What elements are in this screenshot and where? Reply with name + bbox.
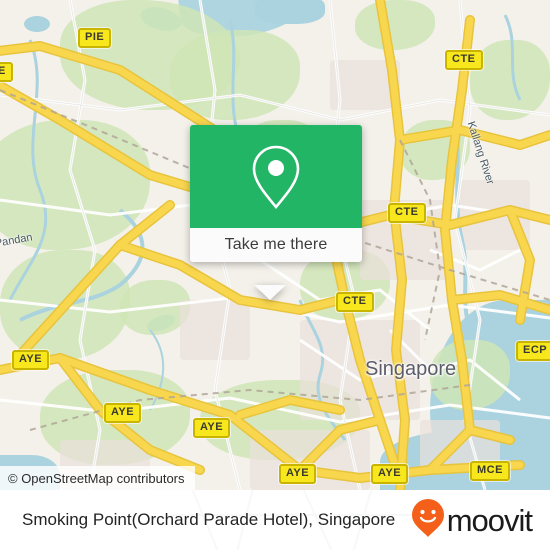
- shield-cte-3[interactable]: CTE: [336, 292, 374, 312]
- footer-bar: Smoking Point(Orchard Parade Hotel), Sin…: [0, 490, 550, 550]
- shield-pie[interactable]: PIE: [78, 28, 112, 48]
- shield-ecp[interactable]: ECP: [516, 341, 550, 361]
- map-city-label: Singapore: [365, 358, 457, 380]
- moovit-wordmark: moovit: [446, 502, 533, 538]
- shield-aye-4[interactable]: AYE: [279, 464, 317, 484]
- map-attribution-bar: © OpenStreetMap contributors: [0, 466, 195, 490]
- map-attribution-text[interactable]: © OpenStreetMap contributors: [8, 471, 185, 486]
- shield-cte-1[interactable]: CTE: [445, 50, 483, 70]
- place-title: Smoking Point(Orchard Parade Hotel), Sin…: [22, 510, 396, 529]
- take-me-there-label: Take me there: [224, 236, 328, 253]
- shield-aye-5[interactable]: AYE: [371, 464, 409, 484]
- take-me-there-button[interactable]: Take me there: [190, 228, 362, 262]
- shield-aye-3[interactable]: AYE: [193, 418, 231, 438]
- shield-mce[interactable]: MCE: [470, 461, 510, 481]
- shield-kje[interactable]: E: [0, 62, 13, 82]
- callout-tail: [254, 285, 286, 300]
- map-canvas[interactable]: Singapore Kallang River Pandan PIE E CTE…: [0, 0, 550, 490]
- map-share-screenshot: Singapore Kallang River Pandan PIE E CTE…: [0, 0, 550, 550]
- shield-cte-2[interactable]: CTE: [388, 203, 426, 223]
- moovit-pin-smiley-icon: [411, 498, 445, 543]
- location-callout-card[interactable]: Take me there: [190, 125, 362, 300]
- callout-pin-panel: [190, 125, 362, 228]
- shield-aye-1[interactable]: AYE: [12, 350, 50, 370]
- location-pin-icon: [250, 144, 302, 210]
- moovit-logo[interactable]: moovit: [411, 498, 533, 543]
- shield-aye-2[interactable]: AYE: [104, 403, 142, 423]
